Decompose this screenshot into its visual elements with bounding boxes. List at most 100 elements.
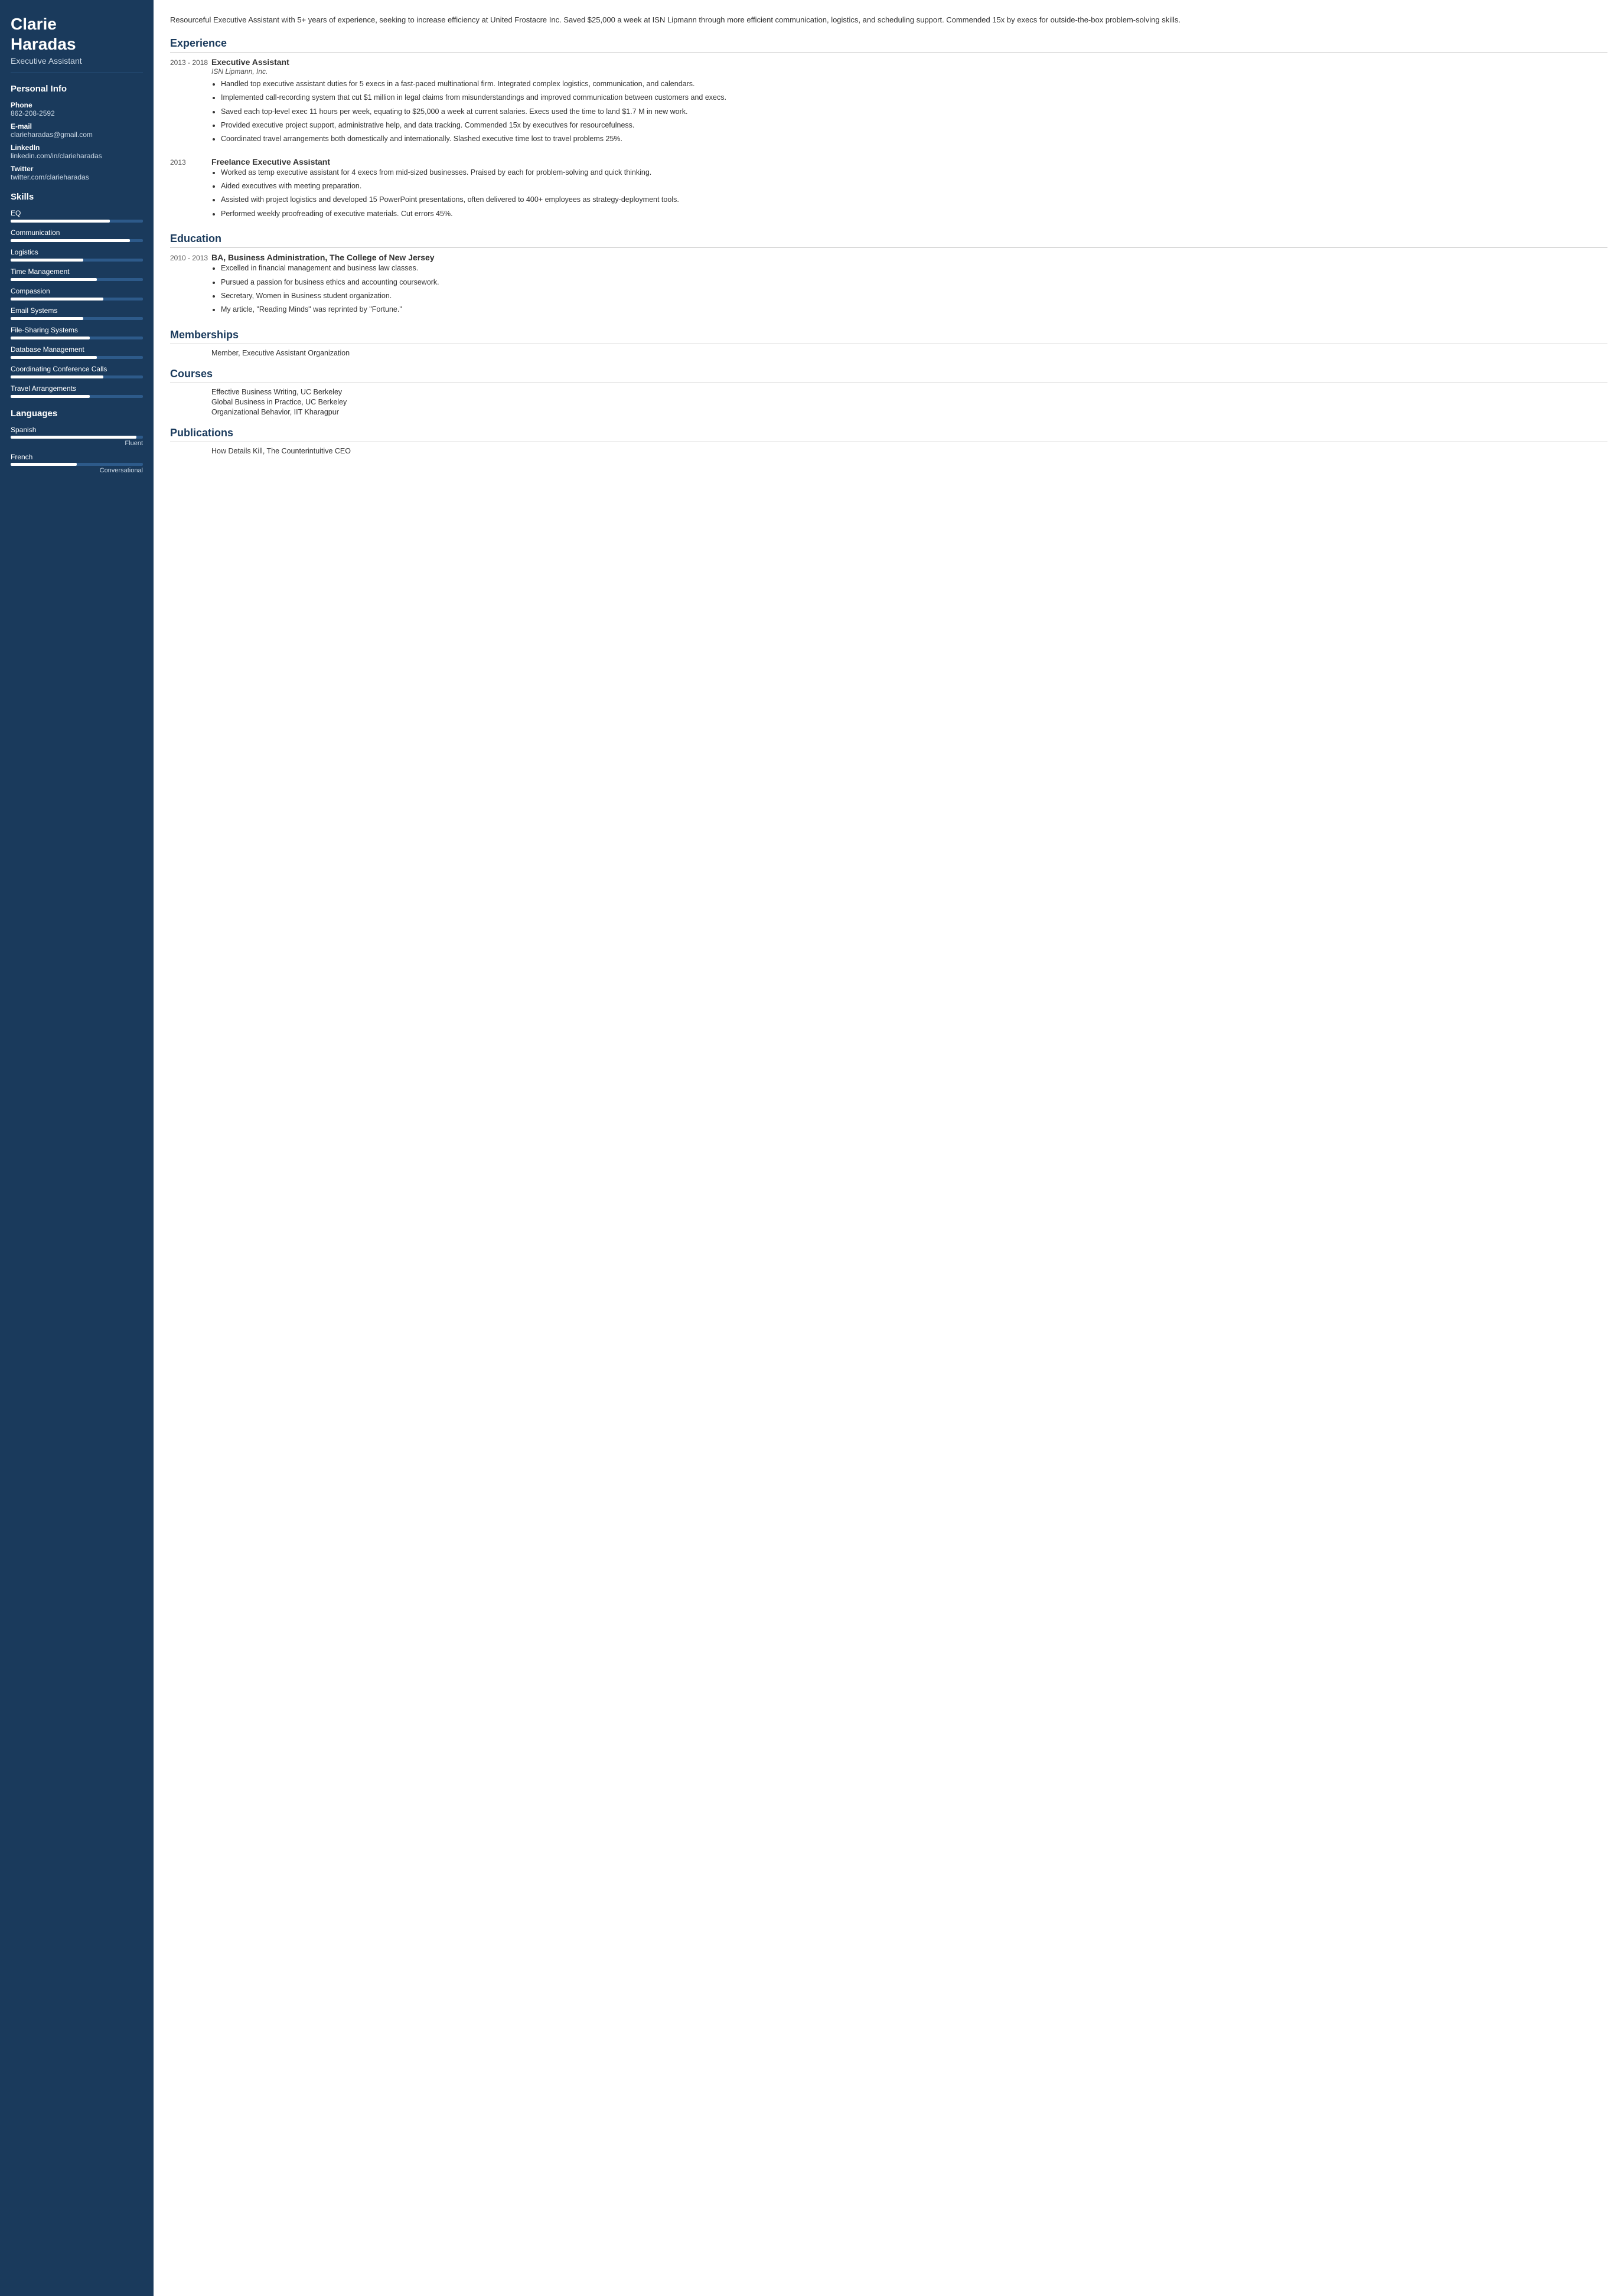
skill-bar-bg: [11, 356, 143, 359]
bullet-item: Assisted with project logistics and deve…: [221, 194, 1607, 205]
experience-entry: 2013 Freelance Executive Assistant Worke…: [170, 157, 1607, 223]
skills-list: EQ Communication Logistics Time Manageme…: [11, 209, 143, 398]
bullet-item: Coordinated travel arrangements both dom…: [221, 133, 1607, 145]
entry-date: 2013 - 2018: [170, 57, 211, 148]
skill-item: File-Sharing Systems: [11, 326, 143, 339]
entry-content: Freelance Executive Assistant Worked as …: [211, 157, 1607, 223]
skill-bar-fill: [11, 298, 103, 301]
skill-name: Time Management: [11, 267, 143, 276]
bullet-item: Worked as temp executive assistant for 4…: [221, 167, 1607, 178]
language-name: Spanish: [11, 426, 143, 434]
skill-bar-bg: [11, 220, 143, 223]
skill-bar-bg: [11, 298, 143, 301]
bullet-item: Pursued a passion for business ethics an…: [221, 277, 1607, 288]
bullet-item: Handled top executive assistant duties f…: [221, 79, 1607, 90]
memberships-title: Memberships: [170, 329, 1607, 344]
skill-name: Database Management: [11, 345, 143, 354]
entry-bullets: Excelled in financial management and bus…: [211, 263, 1607, 316]
entry-degree: BA, Business Administration, The College…: [211, 253, 1607, 262]
language-item: Spanish Fluent: [11, 426, 143, 447]
main-content: Resourceful Executive Assistant with 5+ …: [154, 0, 1624, 2296]
skill-name: Email Systems: [11, 306, 143, 315]
course-item: Organizational Behavior, IIT Kharagpur: [170, 408, 1607, 416]
skill-bar-fill: [11, 220, 110, 223]
skill-bar-bg: [11, 395, 143, 398]
publications-list: How Details Kill, The Counterintuitive C…: [170, 447, 1607, 455]
entry-company: ISN Lipmann, Inc.: [211, 67, 1607, 76]
linkedin-value: linkedin.com/in/clarieharadas: [11, 152, 143, 160]
skill-bar-fill: [11, 356, 97, 359]
language-bar-fill: [11, 436, 136, 439]
skill-item: Coordinating Conference Calls: [11, 365, 143, 378]
course-item: Effective Business Writing, UC Berkeley: [170, 388, 1607, 396]
entry-content: Executive Assistant ISN Lipmann, Inc. Ha…: [211, 57, 1607, 148]
sidebar: ClarieHaradas Executive Assistant Person…: [0, 0, 154, 2296]
candidate-title: Executive Assistant: [11, 56, 143, 73]
candidate-name: ClarieHaradas: [11, 14, 143, 54]
skill-item: Compassion: [11, 287, 143, 301]
personal-info-section-title: Personal Info: [11, 84, 143, 94]
bullet-item: Secretary, Women in Business student org…: [221, 290, 1607, 302]
experience-section: Experience 2013 - 2018 Executive Assista…: [170, 37, 1607, 222]
entry-bullets: Handled top executive assistant duties f…: [211, 79, 1607, 145]
publication-item: How Details Kill, The Counterintuitive C…: [170, 447, 1607, 455]
twitter-value: twitter.com/clarieharadas: [11, 173, 143, 181]
skill-bar-bg: [11, 259, 143, 262]
skill-bar-bg: [11, 239, 143, 242]
bullet-item: Excelled in financial management and bus…: [221, 263, 1607, 274]
skill-name: Travel Arrangements: [11, 384, 143, 393]
publications-title: Publications: [170, 427, 1607, 442]
publications-section: Publications How Details Kill, The Count…: [170, 427, 1607, 455]
language-bar-bg: [11, 463, 143, 466]
skill-item: Time Management: [11, 267, 143, 281]
email-label: E-mail: [11, 122, 143, 130]
language-level: Conversational: [11, 467, 143, 474]
skill-name: Communication: [11, 228, 143, 237]
skill-bar-bg: [11, 278, 143, 281]
skill-bar-fill: [11, 278, 97, 281]
education-entry: 2010 - 2013 BA, Business Administration,…: [170, 253, 1607, 318]
courses-title: Courses: [170, 368, 1607, 383]
language-bar-fill: [11, 463, 77, 466]
entry-job-title: Freelance Executive Assistant: [211, 157, 1607, 166]
skill-item: Email Systems: [11, 306, 143, 320]
skill-item: Database Management: [11, 345, 143, 359]
courses-list: Effective Business Writing, UC BerkeleyG…: [170, 388, 1607, 416]
skill-item: Travel Arrangements: [11, 384, 143, 398]
summary: Resourceful Executive Assistant with 5+ …: [170, 14, 1607, 27]
skill-name: Compassion: [11, 287, 143, 295]
courses-section: Courses Effective Business Writing, UC B…: [170, 368, 1607, 416]
bullet-item: Performed weekly proofreading of executi…: [221, 208, 1607, 220]
twitter-label: Twitter: [11, 165, 143, 173]
phone-value: 862-208-2592: [11, 109, 143, 117]
education-title: Education: [170, 233, 1607, 248]
education-section: Education 2010 - 2013 BA, Business Admin…: [170, 233, 1607, 318]
experience-title: Experience: [170, 37, 1607, 53]
membership-item: Member, Executive Assistant Organization: [170, 349, 1607, 357]
language-bar-bg: [11, 436, 143, 439]
skill-bar-fill: [11, 317, 83, 320]
skill-item: EQ: [11, 209, 143, 223]
skill-name: File-Sharing Systems: [11, 326, 143, 334]
skill-item: Communication: [11, 228, 143, 242]
bullet-item: My article, "Reading Minds" was reprinte…: [221, 304, 1607, 315]
skill-item: Logistics: [11, 248, 143, 262]
bullet-item: Aided executives with meeting preparatio…: [221, 181, 1607, 192]
skill-name: EQ: [11, 209, 143, 217]
memberships-section: Memberships Member, Executive Assistant …: [170, 329, 1607, 357]
skill-bar-fill: [11, 375, 103, 378]
skill-bar-fill: [11, 395, 90, 398]
phone-label: Phone: [11, 101, 143, 109]
language-name: French: [11, 453, 143, 461]
education-entries: 2010 - 2013 BA, Business Administration,…: [170, 253, 1607, 318]
bullet-item: Saved each top-level exec 11 hours per w…: [221, 106, 1607, 117]
skills-section-title: Skills: [11, 192, 143, 202]
entry-job-title: Executive Assistant: [211, 57, 1607, 67]
bullet-item: Provided executive project support, admi…: [221, 120, 1607, 131]
skill-bar-bg: [11, 375, 143, 378]
skill-bar-bg: [11, 337, 143, 339]
memberships-list: Member, Executive Assistant Organization: [170, 349, 1607, 357]
experience-entry: 2013 - 2018 Executive Assistant ISN Lipm…: [170, 57, 1607, 148]
entry-content: BA, Business Administration, The College…: [211, 253, 1607, 318]
entry-date: 2013: [170, 157, 211, 223]
